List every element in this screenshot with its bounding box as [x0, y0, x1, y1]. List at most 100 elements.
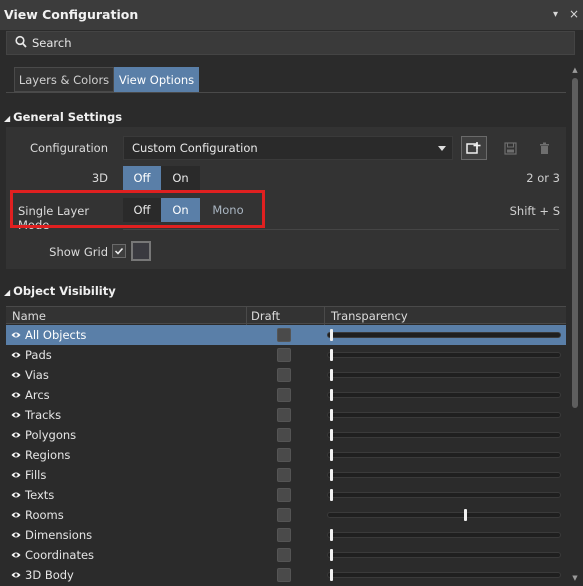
- save-config-button[interactable]: [497, 136, 523, 160]
- draft-checkbox[interactable]: [277, 368, 291, 382]
- row-name: Tracks: [25, 408, 62, 422]
- general-settings-header[interactable]: ◢ General Settings: [4, 110, 122, 124]
- eye-icon[interactable]: [11, 451, 21, 459]
- pin-dropdown-icon[interactable]: ▾: [553, 9, 558, 20]
- draft-checkbox[interactable]: [277, 528, 291, 542]
- slider-handle[interactable]: [330, 329, 333, 341]
- tab-layers-colors[interactable]: Layers & Colors: [14, 67, 114, 92]
- eye-icon[interactable]: [11, 351, 21, 359]
- scroll-up-icon[interactable]: ▲: [571, 66, 579, 74]
- transparency-slider[interactable]: [327, 392, 561, 398]
- eye-icon[interactable]: [11, 371, 21, 379]
- checkmark-icon: [114, 247, 124, 255]
- tab-divider: [6, 92, 566, 93]
- table-row[interactable]: Polygons: [6, 425, 566, 445]
- configuration-label: Configuration: [30, 141, 108, 155]
- eye-icon[interactable]: [11, 471, 21, 479]
- close-icon[interactable]: ×: [569, 7, 579, 21]
- row-name: 3D Body: [25, 568, 74, 582]
- configuration-dropdown[interactable]: Custom Configuration: [123, 136, 453, 160]
- show-grid-checkbox[interactable]: [112, 244, 126, 258]
- eye-icon[interactable]: [11, 491, 21, 499]
- eye-icon[interactable]: [11, 411, 21, 419]
- transparency-slider[interactable]: [327, 452, 561, 458]
- slider-handle[interactable]: [330, 369, 333, 381]
- 3d-off-toggle[interactable]: Off: [123, 166, 161, 190]
- transparency-slider[interactable]: [327, 472, 561, 478]
- slider-handle[interactable]: [330, 529, 333, 541]
- show-grid-label: Show Grid: [49, 245, 108, 259]
- table-row[interactable]: 3D Body: [6, 565, 566, 585]
- slider-handle[interactable]: [330, 449, 333, 461]
- eye-icon[interactable]: [11, 551, 21, 559]
- draft-checkbox[interactable]: [277, 408, 291, 422]
- scroll-down-icon[interactable]: ▼: [571, 574, 579, 582]
- transparency-slider[interactable]: [327, 492, 561, 498]
- draft-checkbox[interactable]: [277, 448, 291, 462]
- table-row[interactable]: Vias: [6, 365, 566, 385]
- table-row[interactable]: Pads: [6, 345, 566, 365]
- column-header-transparency[interactable]: Transparency: [331, 309, 408, 323]
- settings-divider: [123, 229, 559, 230]
- slider-handle[interactable]: [464, 509, 468, 521]
- tab-view-options[interactable]: View Options: [114, 67, 199, 92]
- slider-handle[interactable]: [330, 349, 333, 361]
- draft-checkbox[interactable]: [277, 468, 291, 482]
- object-visibility-header[interactable]: ◢ Object Visibility: [4, 284, 116, 298]
- transparency-slider[interactable]: [327, 352, 561, 358]
- row-name: Vias: [25, 368, 49, 382]
- draft-checkbox[interactable]: [277, 488, 291, 502]
- table-row[interactable]: Dimensions: [6, 525, 566, 545]
- table-row[interactable]: Texts: [6, 485, 566, 505]
- eye-icon[interactable]: [11, 431, 21, 439]
- eye-icon[interactable]: [11, 571, 21, 579]
- row-name: Fills: [25, 468, 47, 482]
- slider-handle[interactable]: [330, 409, 333, 421]
- transparency-slider[interactable]: [327, 552, 561, 558]
- slider-handle[interactable]: [330, 569, 333, 581]
- draft-checkbox[interactable]: [277, 568, 291, 582]
- eye-icon[interactable]: [11, 511, 21, 519]
- slider-handle[interactable]: [330, 389, 333, 401]
- delete-config-button[interactable]: [531, 136, 557, 160]
- scrollbar-thumb[interactable]: [572, 78, 578, 408]
- draft-checkbox[interactable]: [277, 548, 291, 562]
- 3d-on-toggle[interactable]: On: [161, 166, 200, 190]
- draft-checkbox[interactable]: [277, 348, 291, 362]
- column-header-name[interactable]: Name: [12, 309, 46, 323]
- eye-icon[interactable]: [11, 331, 21, 339]
- table-row[interactable]: Coordinates: [6, 545, 566, 565]
- table-row[interactable]: Fills: [6, 465, 566, 485]
- draft-checkbox[interactable]: [277, 508, 291, 522]
- slider-handle[interactable]: [330, 469, 333, 481]
- row-name: Rooms: [25, 508, 64, 522]
- draft-checkbox[interactable]: [277, 328, 291, 342]
- transparency-slider[interactable]: [327, 412, 561, 418]
- slider-handle[interactable]: [330, 429, 333, 441]
- column-header-draft[interactable]: Draft: [251, 309, 280, 323]
- transparency-slider[interactable]: [327, 512, 561, 518]
- transparency-slider[interactable]: [327, 372, 561, 378]
- transparency-slider[interactable]: [327, 532, 561, 538]
- draft-checkbox[interactable]: [277, 428, 291, 442]
- search-input[interactable]: Search: [6, 31, 575, 55]
- table-row[interactable]: Tracks: [6, 405, 566, 425]
- search-label: Search: [32, 36, 72, 50]
- slider-handle[interactable]: [330, 549, 333, 561]
- add-config-button[interactable]: [461, 136, 487, 160]
- table-row[interactable]: Arcs: [6, 385, 566, 405]
- table-row[interactable]: Rooms: [6, 505, 566, 525]
- table-row[interactable]: All Objects: [6, 325, 566, 345]
- save-icon: [503, 141, 517, 155]
- vertical-scrollbar[interactable]: ▲ ▼: [571, 66, 579, 586]
- table-row[interactable]: Regions: [6, 445, 566, 465]
- transparency-slider[interactable]: [327, 572, 561, 578]
- slider-handle[interactable]: [330, 489, 333, 501]
- collapse-triangle-icon: ◢: [4, 288, 11, 297]
- eye-icon[interactable]: [11, 391, 21, 399]
- transparency-slider[interactable]: [327, 432, 561, 438]
- grid-color-swatch[interactable]: [131, 241, 151, 261]
- transparency-slider[interactable]: [327, 332, 561, 338]
- eye-icon[interactable]: [11, 531, 21, 539]
- draft-checkbox[interactable]: [277, 388, 291, 402]
